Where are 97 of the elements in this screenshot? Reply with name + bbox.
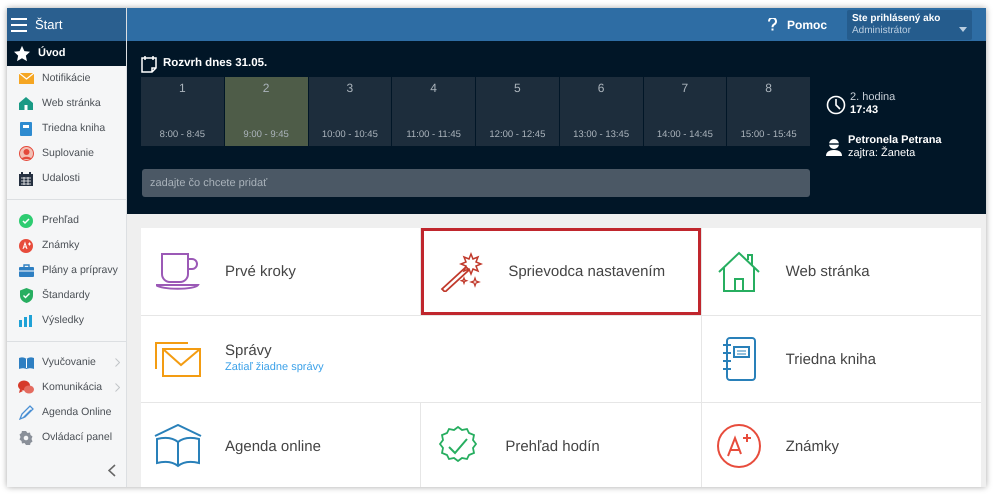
calendar-icon	[141, 55, 157, 73]
user-name: Administrátor	[852, 24, 912, 36]
lesson-number: 7	[682, 80, 688, 97]
lesson-cell[interactable]: 6 13:00 - 13:45	[560, 77, 642, 146]
lesson-cell[interactable]: 3 10:00 - 10:45	[308, 77, 392, 146]
dashboard-tile[interactable]: Správy Zatiaľ žiadne správy	[141, 316, 701, 402]
user-dropdown[interactable]: Ste prihlásený ako Administrátor	[847, 10, 972, 40]
notebook-icon	[720, 337, 757, 381]
lesson-time: 12:00 - 12:45	[489, 128, 546, 142]
shield-icon	[20, 288, 32, 303]
sidebar-item[interactable]: Komunikácia	[7, 375, 126, 400]
help-link[interactable]: Pomoc	[786, 16, 827, 34]
house-icon	[716, 250, 761, 292]
grade-a-plus-icon	[716, 423, 762, 469]
open-book-icon	[154, 424, 202, 468]
sidebar-item[interactable]: Plány a prípravy	[7, 258, 126, 283]
sidebar-item[interactable]: Notifikácie	[7, 66, 126, 91]
lesson-time: 10:00 - 10:45	[322, 128, 378, 142]
sidebar-item[interactable]: Vyučovanie	[7, 350, 126, 375]
open-book-icon	[18, 356, 34, 369]
lesson-time: 13:00 - 13:45	[573, 128, 630, 142]
sidebar-item[interactable]: Ovládací panel	[7, 425, 126, 450]
dashboard-tile[interactable]: Sprievodca nastavením	[421, 228, 701, 315]
schedule-title: Rozvrh dnes 31.05.	[163, 56, 268, 72]
check-circle-icon	[19, 214, 33, 228]
house-icon	[19, 97, 33, 110]
sidebar-item[interactable]: Triedna kniha	[7, 116, 126, 141]
submenu-chevron-icon	[115, 383, 120, 392]
lesson-number: 2	[262, 80, 270, 97]
dashboard-tile[interactable]: Triedna kniha	[702, 316, 981, 402]
lesson-number: 1	[179, 80, 186, 97]
lesson-time: 8:00 - 8:45	[160, 128, 206, 142]
submenu-chevron-icon	[115, 358, 120, 367]
person-icon	[826, 138, 842, 156]
sidebar-item[interactable]: Web stránka	[7, 91, 126, 116]
lesson-number: 4	[430, 80, 437, 97]
sidebar-item[interactable]: Agenda Online	[7, 400, 126, 425]
dashboard-tile[interactable]: Agenda online	[141, 403, 420, 487]
lesson-cell[interactable]: 5 12:00 - 12:45	[476, 77, 559, 146]
calendar-icon	[19, 172, 33, 186]
sidebar-header[interactable]: Štart	[7, 8, 126, 41]
person-icon	[18, 146, 34, 161]
clock-icon	[826, 95, 846, 115]
sidebar-item[interactable]: Výsledky	[7, 308, 126, 333]
lesson-number: 6	[598, 80, 604, 97]
sidebar-item[interactable]: Známky	[7, 233, 126, 258]
sidebar-item[interactable]: Udalosti	[7, 166, 126, 191]
help-icon[interactable]	[768, 18, 777, 31]
user-caption: Ste prihlásený ako	[852, 12, 940, 24]
sidebar-item[interactable]: Úvod	[7, 41, 126, 66]
lesson-cell[interactable]: 1 8:00 - 8:45	[141, 77, 224, 146]
lesson-cell[interactable]: 8 15:00 - 15:45	[727, 77, 810, 146]
tile-title: Prehľad hodín	[505, 438, 600, 454]
lesson-time: 15:00 - 15:45	[740, 128, 797, 142]
current-time: 17:43	[850, 104, 880, 117]
lesson-time: 11:00 - 11:45	[406, 128, 461, 142]
envelope-icon	[18, 73, 34, 84]
gear-icon	[19, 430, 33, 444]
tile-title: Web stránka	[786, 263, 870, 280]
menu-icon	[11, 18, 27, 32]
lesson-number: 3	[346, 80, 354, 97]
lesson-time: 14:00 - 14:45	[656, 128, 713, 142]
substitute-note: zajtra: Žaneta	[848, 147, 916, 160]
sidebar-item[interactable]: Prehľad	[7, 208, 126, 233]
star-icon	[14, 44, 30, 63]
substitute-name: Petronela Petrana	[848, 134, 942, 146]
sidebar-item[interactable]: Štandardy	[7, 283, 126, 308]
cup-icon	[156, 252, 200, 292]
dashboard-tile[interactable]: Prehľad hodín	[421, 403, 701, 487]
grade-circle-icon	[19, 238, 33, 252]
tile-title: Správy	[225, 342, 273, 360]
envelopes-icon	[155, 341, 201, 377]
magic-wand-icon	[439, 252, 484, 292]
sidebar-item[interactable]: Suplovanie	[7, 141, 126, 166]
dashboard-tile[interactable]: Známky	[702, 403, 981, 487]
lesson-number: 5	[514, 80, 521, 97]
chat-bubbles-icon	[18, 380, 34, 395]
book-icon	[20, 122, 32, 136]
collapse-chevron-icon[interactable]	[108, 464, 116, 477]
dropdown-caret-icon	[959, 27, 967, 32]
dashboard-tile[interactable]: Prvé kroky	[141, 228, 420, 315]
lesson-cell[interactable]: 7 14:00 - 14:45	[644, 77, 726, 146]
pen-icon	[18, 405, 34, 420]
dashboard-tile[interactable]: Web stránka	[702, 228, 981, 315]
tile-title: Agenda online	[225, 438, 321, 454]
bar-chart-icon	[19, 314, 33, 326]
tile-title: Prvé kroky	[225, 263, 296, 280]
sidebar-title: Štart	[35, 16, 62, 34]
add-input-field[interactable]: zadajte čo chcete pridať	[142, 169, 810, 197]
lesson-cell[interactable]: 4 11:00 - 11:45	[392, 77, 475, 146]
current-lesson: 2. hodina	[850, 91, 896, 104]
lesson-number: 8	[765, 80, 772, 97]
lesson-time: 9:00 - 9:45	[243, 128, 289, 142]
tile-title: Sprievodca nastavením	[508, 263, 666, 280]
briefcase-icon	[18, 264, 34, 277]
tile-title: Známky	[786, 438, 839, 454]
tile-title: Triedna kniha	[786, 350, 876, 368]
